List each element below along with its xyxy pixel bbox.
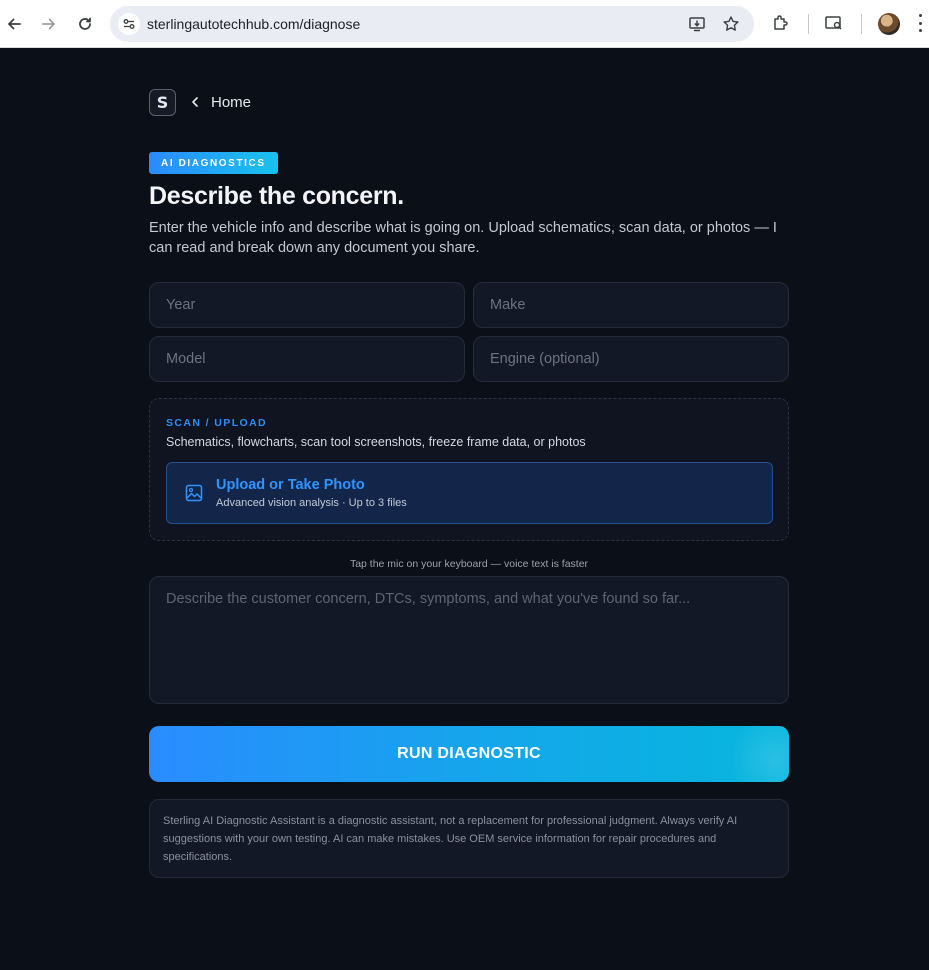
toolbar-divider xyxy=(808,14,809,34)
diagnose-page: S Home AI DIAGNOSTICS Describe the conce… xyxy=(0,48,929,970)
engine-input[interactable] xyxy=(474,337,788,381)
image-icon xyxy=(185,484,203,502)
install-app-icon[interactable] xyxy=(688,15,706,33)
engine-field[interactable] xyxy=(473,336,789,382)
home-label: Home xyxy=(211,93,252,111)
brand-logo[interactable]: S xyxy=(149,88,176,116)
extensions-icon[interactable] xyxy=(771,13,793,35)
top-nav: S Home xyxy=(149,88,251,116)
upload-button-title: Upload or Take Photo xyxy=(216,477,365,493)
browser-menu-icon[interactable] xyxy=(918,14,922,32)
upload-section-description: Schematics, flowcharts, scan tool screen… xyxy=(166,435,586,449)
address-bar[interactable]: sterlingautotechhub.com/diagnose xyxy=(110,6,754,42)
make-field[interactable] xyxy=(473,282,789,328)
url-text[interactable]: sterlingautotechhub.com/diagnose xyxy=(147,16,360,32)
reload-icon[interactable] xyxy=(72,11,98,37)
model-field[interactable] xyxy=(149,336,465,382)
scan-upload-section: SCAN / UPLOAD Schematics, flowcharts, sc… xyxy=(149,398,789,541)
profile-avatar[interactable] xyxy=(878,13,900,35)
tab-search-icon[interactable] xyxy=(824,13,846,35)
year-input[interactable] xyxy=(150,283,464,327)
disclaimer-box: Sterling AI Diagnostic Assistant is a di… xyxy=(149,799,789,878)
page-title: Describe the concern. xyxy=(149,182,404,210)
upload-section-label: SCAN / UPLOAD xyxy=(166,417,268,429)
concern-box[interactable] xyxy=(149,576,789,704)
concern-textarea[interactable] xyxy=(150,577,788,703)
run-diagnostic-label: RUN DIAGNOSTIC xyxy=(397,745,541,762)
make-input[interactable] xyxy=(474,283,788,327)
forward-icon[interactable] xyxy=(36,11,62,37)
upload-button-subtitle: Advanced vision analysis · Up to 3 files xyxy=(216,497,407,509)
button-sheen xyxy=(719,726,789,782)
page-subtitle: Enter the vehicle info and describe what… xyxy=(149,220,777,256)
back-icon[interactable] xyxy=(1,11,27,37)
run-diagnostic-button[interactable]: RUN DIAGNOSTIC xyxy=(149,726,789,782)
bookmark-star-icon[interactable] xyxy=(722,15,740,33)
year-field[interactable] xyxy=(149,282,465,328)
toolbar-divider xyxy=(861,14,862,34)
model-input[interactable] xyxy=(150,337,464,381)
site-settings-icon[interactable] xyxy=(118,13,140,35)
browser-toolbar: sterlingautotechhub.com/diagnose xyxy=(0,0,929,48)
voice-hint: Tap the mic on your keyboard — voice tex… xyxy=(349,558,589,570)
section-badge: AI DIAGNOSTICS xyxy=(149,152,278,174)
upload-photo-button[interactable]: Upload or Take Photo Advanced vision ana… xyxy=(166,462,773,524)
home-link[interactable]: Home xyxy=(189,94,251,111)
chevron-left-icon xyxy=(192,97,198,107)
